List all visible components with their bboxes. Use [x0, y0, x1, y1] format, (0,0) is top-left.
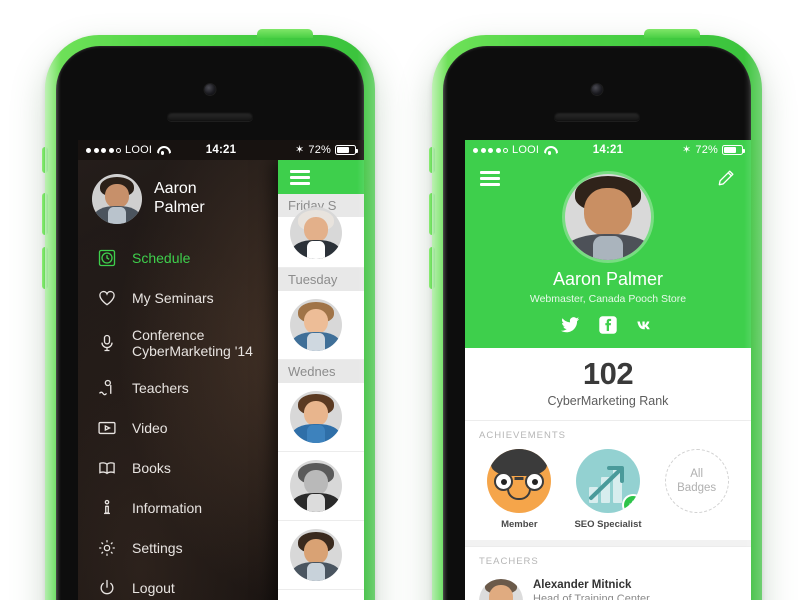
- video-icon: [96, 417, 118, 439]
- bluetooth-icon: ✶: [681, 143, 692, 156]
- sidebar-item-label: Schedule: [132, 249, 191, 266]
- profile-name: Aaron Palmer: [552, 269, 664, 289]
- sidebar-item-label: Logout: [132, 580, 175, 597]
- heart-icon: [96, 287, 118, 309]
- sidebar-item-label: Information: [132, 500, 203, 517]
- profile-hero: Aaron Palmer Webmaster, Canada Pooch Sto…: [465, 160, 751, 348]
- iphone-right: LOOI 14:21 ✶ 72% Aaron Palmer Webmaster,…: [429, 29, 762, 600]
- microphone-icon: [96, 332, 118, 354]
- volume-down-button[interactable]: [429, 247, 435, 289]
- power-icon: [96, 577, 118, 599]
- sidebar-item-label: Books: [132, 460, 171, 477]
- list-item[interactable]: [278, 521, 364, 590]
- badge-label: SEO Specialist: [574, 519, 642, 530]
- teachers-section: TEACHERS Alexander Mitnick Head of Train…: [465, 546, 751, 600]
- power-button[interactable]: [644, 29, 700, 38]
- achievements-list: Member + SEO Specialist All Badges: [465, 447, 751, 540]
- status-right-group: ✶ 72%: [681, 143, 745, 156]
- rank-card: 102 CyberMarketing Rank: [465, 348, 751, 420]
- avatar: [92, 174, 142, 224]
- member-badge-icon: [487, 449, 552, 513]
- front-camera: [591, 84, 603, 95]
- schedule-top-bar: [278, 160, 364, 194]
- volume-up-button[interactable]: [429, 193, 435, 235]
- battery-icon: [335, 145, 358, 155]
- list-item[interactable]: [278, 452, 364, 521]
- clock-icon: [96, 247, 118, 269]
- profile-page: Aaron Palmer Webmaster, Canada Pooch Sto…: [465, 160, 751, 600]
- avatar: [290, 391, 342, 443]
- vk-icon[interactable]: [635, 314, 657, 336]
- sidebar-item-label: My Seminars: [132, 289, 214, 306]
- seo-badge-icon: +: [575, 449, 640, 513]
- navigation-drawer: Aaron Palmer Schedule My Seminars Confer…: [78, 160, 364, 600]
- earpiece-speaker: [554, 112, 640, 121]
- schedule-day-header: Tuesday: [278, 268, 364, 291]
- screenshot-canvas: LOOI 14:21 ✶ 72% Aaron Palmer Schedule M…: [0, 0, 800, 600]
- iphone-left: LOOI 14:21 ✶ 72% Aaron Palmer Schedule M…: [42, 29, 375, 600]
- power-button[interactable]: [257, 29, 313, 38]
- battery-icon: [722, 145, 745, 155]
- achievements-section-title: ACHIEVEMENTS: [465, 420, 751, 447]
- badge-all-badges[interactable]: All Badges: [660, 449, 734, 530]
- schedule-panel-peek[interactable]: Friday S Tuesday Wednes: [278, 160, 364, 600]
- earpiece-speaker: [167, 112, 253, 121]
- book-icon: [96, 457, 118, 479]
- sidebar-item-label: Video: [132, 420, 168, 437]
- teacher-info: Alexander Mitnick Head of Training Cente…: [533, 579, 650, 600]
- badge-label: Member: [501, 519, 538, 530]
- volume-down-button[interactable]: [42, 247, 48, 289]
- pencil-icon[interactable]: [715, 168, 737, 188]
- device-bezel-left: LOOI 14:21 ✶ 72% Aaron Palmer Schedule M…: [56, 46, 364, 600]
- badge-seo-specialist[interactable]: + SEO Specialist: [571, 449, 645, 530]
- twitter-icon[interactable]: [559, 314, 581, 336]
- hamburger-icon[interactable]: [290, 169, 310, 185]
- schedule-day-header: Wednes: [278, 360, 364, 383]
- screen-left: LOOI 14:21 ✶ 72% Aaron Palmer Schedule M…: [78, 140, 364, 600]
- mute-switch[interactable]: [42, 147, 48, 173]
- avatar[interactable]: [565, 174, 651, 260]
- info-icon: [96, 497, 118, 519]
- social-links: [465, 314, 751, 336]
- battery-percent-label: 72%: [695, 144, 718, 156]
- sidebar-item-label: Teachers: [132, 380, 189, 397]
- status-bar-right: LOOI 14:21 ✶ 72%: [465, 140, 751, 160]
- status-right-group: ✶ 72%: [294, 143, 358, 156]
- bluetooth-icon: ✶: [294, 143, 305, 156]
- avatar: [290, 207, 342, 259]
- facebook-icon[interactable]: [597, 314, 619, 336]
- all-badges-label: All Badges: [677, 467, 717, 494]
- rank-label: CyberMarketing Rank: [547, 394, 669, 408]
- add-badge-icon[interactable]: +: [623, 496, 640, 513]
- profile-subtitle: Webmaster, Canada Pooch Store: [529, 293, 687, 305]
- avatar: [290, 529, 342, 581]
- rank-value: 102: [582, 356, 634, 391]
- avatar: [479, 579, 523, 600]
- all-badges-icon: All Badges: [664, 449, 729, 513]
- teacher-row[interactable]: Alexander Mitnick Head of Training Cente…: [465, 573, 751, 600]
- badge-member[interactable]: Member: [482, 449, 556, 530]
- avatar: [290, 460, 342, 512]
- teacher-name: Alexander Mitnick: [533, 579, 632, 591]
- status-bar-left: LOOI 14:21 ✶ 72%: [78, 140, 364, 160]
- list-item[interactable]: [278, 383, 364, 452]
- sidebar-item-label: Settings: [132, 540, 183, 557]
- battery-percent-label: 72%: [308, 144, 331, 156]
- front-camera: [204, 84, 216, 95]
- list-item[interactable]: [278, 291, 364, 360]
- avatar: [290, 299, 342, 351]
- screen-right: LOOI 14:21 ✶ 72% Aaron Palmer Webmaster,…: [465, 140, 751, 600]
- mute-switch[interactable]: [429, 147, 435, 173]
- device-bezel-right: LOOI 14:21 ✶ 72% Aaron Palmer Webmaster,…: [443, 46, 751, 600]
- teacher-icon: [96, 377, 118, 399]
- teacher-role: Head of Training Center CyberMarketing: [533, 593, 650, 600]
- volume-up-button[interactable]: [42, 193, 48, 235]
- drawer-user-name: Aaron Palmer: [154, 180, 205, 216]
- hamburger-icon[interactable]: [479, 168, 501, 188]
- teachers-section-title: TEACHERS: [465, 547, 751, 573]
- list-item[interactable]: [278, 207, 364, 268]
- gear-icon: [96, 537, 118, 559]
- sidebar-item-label: Conference CyberMarketing '14: [132, 327, 253, 360]
